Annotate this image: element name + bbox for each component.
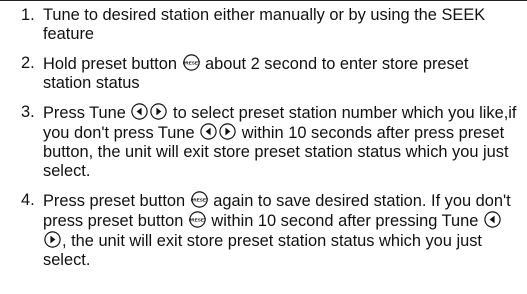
step-number: 2. <box>21 54 35 72</box>
instruction-list: 1. Tune to desired station either manuall… <box>0 6 527 270</box>
svg-text:PRESET: PRESET <box>183 60 200 65</box>
tune-right-icon <box>150 103 168 120</box>
step-text: within 10 second after pressing Tune <box>206 212 483 230</box>
tune-right-icon <box>44 231 61 248</box>
svg-text:PRESET: PRESET <box>189 217 206 222</box>
tune-left-icon <box>200 123 217 140</box>
step-text: Press Tune <box>43 104 131 122</box>
tune-right-icon <box>219 123 236 140</box>
list-item: 2. Hold preset button PRESET about 2 seco… <box>0 54 527 93</box>
tune-left-icon <box>131 103 149 120</box>
step-number: 4. <box>21 191 35 209</box>
step-text: Hold preset button <box>43 55 182 73</box>
list-item: 4. Press preset button PRESET again to sa… <box>0 191 527 270</box>
svg-text:PRESET: PRESET <box>191 197 208 202</box>
step-text: , the unit will exit store preset statio… <box>43 232 482 269</box>
preset-button-icon: PRESET <box>191 191 208 208</box>
step-number: 1. <box>21 6 35 24</box>
list-item: 3. Press Tune to select preset station nu… <box>0 103 527 181</box>
step-number: 3. <box>21 103 35 121</box>
step-text: Tune to desired station either manually … <box>43 6 486 43</box>
list-item: 1. Tune to desired station either manuall… <box>0 6 527 44</box>
tune-left-icon <box>484 211 501 228</box>
step-text: Press preset button <box>43 192 190 210</box>
preset-button-icon: PRESET <box>183 54 200 71</box>
preset-button-icon: PRESET <box>189 211 206 228</box>
top-rule <box>0 0 527 1</box>
